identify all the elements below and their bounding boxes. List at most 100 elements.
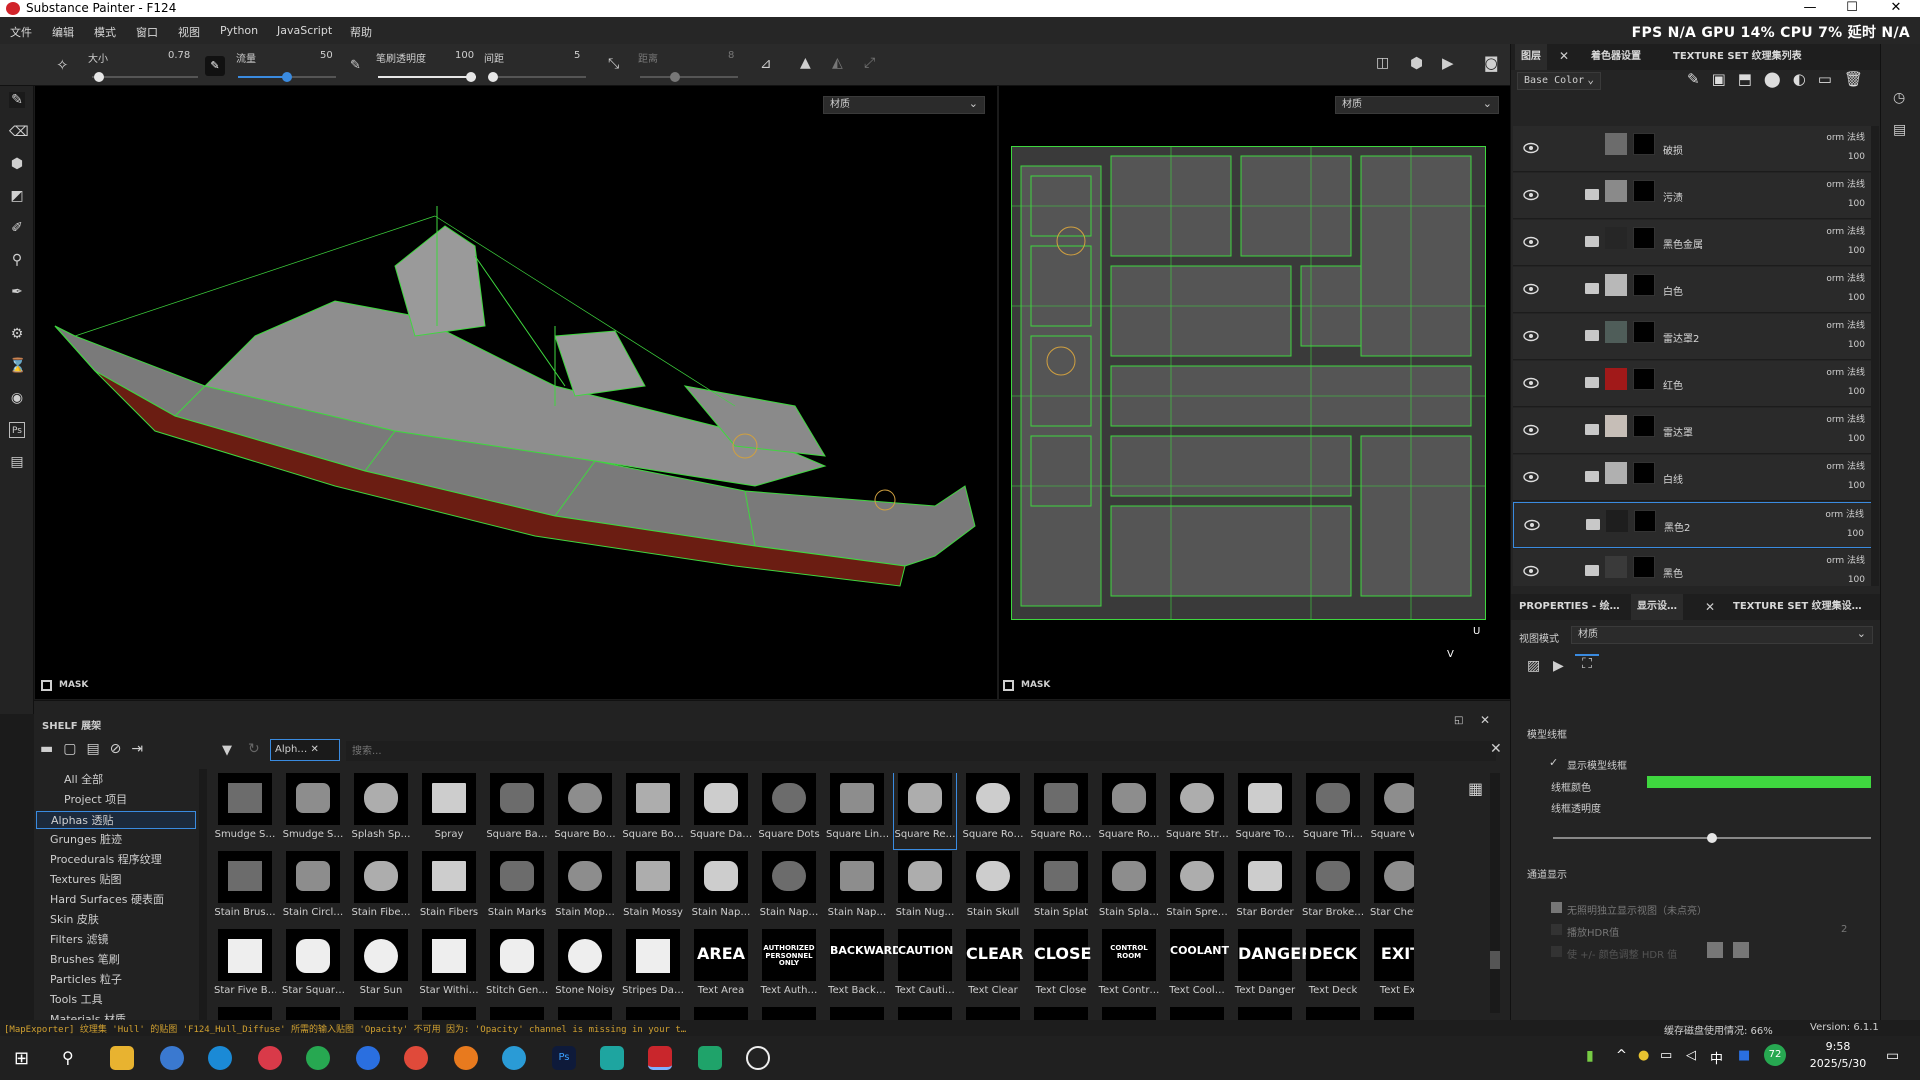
shelf-category-item[interactable]: Tools 工具 <box>50 991 103 1007</box>
layer-name[interactable]: 白色 <box>1663 283 1683 298</box>
visibility-eye-icon[interactable] <box>1523 565 1539 579</box>
temperature-badge[interactable]: 72 <box>1764 1044 1786 1066</box>
color-swatch-2[interactable] <box>1733 942 1749 958</box>
visibility-eye-icon[interactable] <box>1523 236 1539 250</box>
alignment-icon[interactable]: ⊿ <box>760 56 772 72</box>
layer-name[interactable]: 黑色2 <box>1664 519 1690 534</box>
layer-blend-mode[interactable]: orm 法线 <box>1826 459 1865 472</box>
flow-pressure-icon[interactable]: ✎ <box>350 58 361 73</box>
layer-opacity[interactable]: 100 <box>1848 246 1865 256</box>
hdr-value[interactable]: 2 <box>1841 924 1847 935</box>
notifications-icon[interactable]: ▭ <box>1886 1048 1899 1064</box>
substance-designer-icon[interactable] <box>698 1046 722 1070</box>
alpha-item[interactable]: Square Tri… <box>1302 773 1364 849</box>
alpha-item[interactable]: CLOSE Text Close <box>1030 929 1092 1005</box>
layer-name[interactable]: 雷达罩 <box>1663 424 1693 439</box>
browser-icon[interactable] <box>258 1046 282 1070</box>
tray-battery-icon[interactable]: ▮ <box>1586 1048 1594 1064</box>
menu-javascript[interactable]: JavaScript <box>277 24 332 37</box>
transform-icon[interactable]: ⤢ <box>864 55 875 71</box>
alpha-item[interactable]: Square Bo… <box>554 773 616 849</box>
layer-mask-thumbnail[interactable] <box>1633 227 1655 249</box>
layer-blend-mode[interactable]: orm 法线 <box>1826 177 1865 190</box>
opacity-value[interactable]: 100 <box>455 50 474 61</box>
alpha-item[interactable]: Spray <box>418 773 480 849</box>
visibility-eye-icon[interactable] <box>1524 519 1540 533</box>
alpha-item[interactable]: Stain Brus… <box>214 851 276 927</box>
visibility-eye-icon[interactable] <box>1523 283 1539 297</box>
split-view-icon[interactable]: ◫ <box>1376 55 1389 71</box>
visibility-eye-icon[interactable] <box>1523 424 1539 438</box>
flow-value[interactable]: 50 <box>320 50 333 61</box>
layer-scrollbar[interactable] <box>1871 126 1879 586</box>
folder-icon[interactable] <box>1586 519 1600 530</box>
layer-name[interactable]: 雷达罩2 <box>1663 330 1699 345</box>
shelf-category-item[interactable]: Project 项目 <box>64 791 127 807</box>
layer-name[interactable]: 破损 <box>1663 142 1683 157</box>
layer-opacity[interactable]: 100 <box>1848 387 1865 397</box>
alpha-item[interactable]: Square Vent <box>1370 773 1414 849</box>
visibility-eye-icon[interactable] <box>1523 471 1539 485</box>
wire-color-swatch[interactable] <box>1647 776 1871 788</box>
projection-icon[interactable]: ⬢ <box>9 156 25 172</box>
layer-mask-thumbnail[interactable] <box>1633 133 1655 155</box>
shelf-category-item[interactable]: Brushes 笔刷 <box>50 951 120 967</box>
alpha-item[interactable]: Stain Nap… <box>690 851 752 927</box>
alpha-item[interactable]: Stain Nug… <box>894 851 956 927</box>
distance-slider[interactable] <box>640 72 738 82</box>
shelf-category-item[interactable]: Grunges 脏迹 <box>50 831 122 847</box>
edge-icon[interactable] <box>208 1046 232 1070</box>
layer-row[interactable]: 雷达罩 orm 法线 100 <box>1513 408 1875 454</box>
paint-brush-icon[interactable]: ✎ <box>9 92 25 108</box>
tab-texture-set-settings[interactable]: TEXTURE SET 纹理集设… <box>1727 594 1868 620</box>
tab-shader-settings[interactable]: 着色器设置 <box>1585 44 1647 70</box>
alpha-item[interactable]: BACKWARD Text Back… <box>826 929 901 1005</box>
grid-view-icon[interactable]: ▦ <box>1468 779 1483 798</box>
alpha-item[interactable]: Stain Mossy <box>622 851 684 927</box>
layer-opacity[interactable]: 100 <box>1848 152 1865 162</box>
alpha-item[interactable]: Stain Spre… <box>1166 851 1228 927</box>
alpha-item[interactable]: Star Broke… <box>1302 851 1364 927</box>
alpha-item[interactable]: PRIVATE <box>758 1007 820 1021</box>
color-adjust-checkbox[interactable] <box>1551 946 1562 957</box>
history-icon[interactable]: ◷ <box>1893 90 1905 106</box>
layer-blend-mode[interactable]: orm 法线 <box>1826 365 1865 378</box>
alpha-item[interactable]: Star Five B… <box>214 929 276 1005</box>
layer-blend-mode[interactable]: orm 法线 <box>1826 412 1865 425</box>
tab-layers[interactable]: 图层 <box>1515 44 1547 70</box>
3dsmax-icon[interactable] <box>600 1046 624 1070</box>
layer-row[interactable]: 破损 orm 法线 100 <box>1513 126 1875 172</box>
brush-pressure-icon[interactable]: ✎ <box>205 56 225 76</box>
physics-icon[interactable]: ⌛ <box>9 358 26 374</box>
layer-opacity[interactable]: 100 <box>1848 575 1865 585</box>
alpha-item[interactable]: Stain Fibers <box>418 851 480 927</box>
layer-mask-thumbnail[interactable] <box>1633 321 1655 343</box>
folder-icon[interactable] <box>1585 330 1599 341</box>
camera-icon[interactable]: ▶ <box>1442 54 1454 72</box>
menu-mode[interactable]: 模式 <box>94 24 116 40</box>
close-button[interactable]: ✕ <box>1876 0 1916 17</box>
alpha-item[interactable]: Star Sun <box>350 929 412 1005</box>
folder-icon[interactable] <box>1585 471 1599 482</box>
size-slider[interactable] <box>92 72 198 82</box>
visibility-eye-icon[interactable] <box>1523 142 1539 156</box>
app-green-icon[interactable] <box>306 1046 330 1070</box>
shelf-category-item[interactable]: All 全部 <box>64 771 103 787</box>
taskbar-search-icon[interactable]: ⚲ <box>62 1048 74 1067</box>
folder-icon[interactable] <box>1585 377 1599 388</box>
layer-mask-thumbnail[interactable] <box>1633 368 1655 390</box>
layer-mask-thumbnail[interactable] <box>1633 274 1655 296</box>
layer-name[interactable]: 黑色 <box>1663 565 1683 580</box>
tray-chevron-icon[interactable]: ^ <box>1616 1048 1627 1063</box>
network-icon[interactable]: ▭ <box>1660 1048 1672 1063</box>
alpha-item[interactable]: MEMORY <box>486 1007 548 1021</box>
clock-time[interactable]: 9:58 <box>1808 1040 1868 1053</box>
screenshot-icon[interactable]: ◙ <box>1484 54 1499 72</box>
alpha-item[interactable]: Smudge S… <box>214 773 276 849</box>
layer-mask-thumbnail[interactable] <box>1633 415 1655 437</box>
ime-icon[interactable]: ■ <box>1738 1048 1750 1063</box>
log-icon[interactable]: ▤ <box>1893 122 1906 138</box>
layer-opacity[interactable]: 100 <box>1848 481 1865 491</box>
show-wireframe-checkbox[interactable]: ✓ <box>1549 756 1558 769</box>
viewport-2d[interactable]: 材质 U V MASK <box>999 86 1510 699</box>
